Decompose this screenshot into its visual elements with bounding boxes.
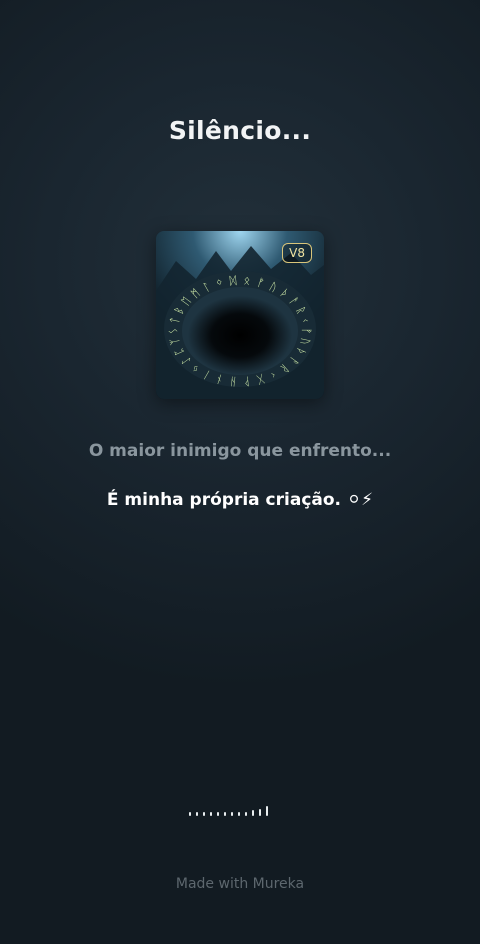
rune-glyph: ᛟ	[243, 274, 251, 288]
rune-glyph: ᚺ	[229, 374, 237, 388]
waveform-bar	[189, 812, 191, 816]
song-title: Silêncio...	[168, 116, 312, 145]
rune-glyph: ᚹ	[243, 374, 251, 388]
made-with-credit: Made with Mureka	[175, 876, 305, 892]
waveform-bar	[203, 812, 205, 816]
lyric-current-line: É minha própria criação. ⚪⚡	[106, 490, 374, 510]
album-cover: ᚠᚢᚦᚨᚱᚲᚷᚹᚺᚾᛁᛃᛇᛈᛉᛊᛏᛒᛖᛗᛚᛜᛞᛟᚠᚢᚦᚨᚱᚲ V8	[156, 231, 324, 399]
waveform-bar	[252, 810, 254, 816]
waveform-bar	[210, 812, 212, 816]
waveform-bar	[224, 812, 226, 816]
waveform-bar	[196, 812, 198, 816]
rune-glyph: ᚠ	[300, 328, 313, 335]
version-badge: V8	[282, 243, 312, 263]
waveform-bar	[266, 806, 268, 816]
waveform-bar	[259, 809, 261, 816]
waveform-bar	[231, 812, 233, 816]
waveform-bar	[238, 812, 240, 816]
waveform-bar	[245, 812, 247, 816]
audio-waveform-indicator	[189, 800, 289, 816]
rune-glyph: ᛊ	[167, 328, 180, 335]
lyric-previous-line: O maior inimigo que enfrento...	[88, 441, 392, 461]
waveform-bar	[217, 812, 219, 816]
